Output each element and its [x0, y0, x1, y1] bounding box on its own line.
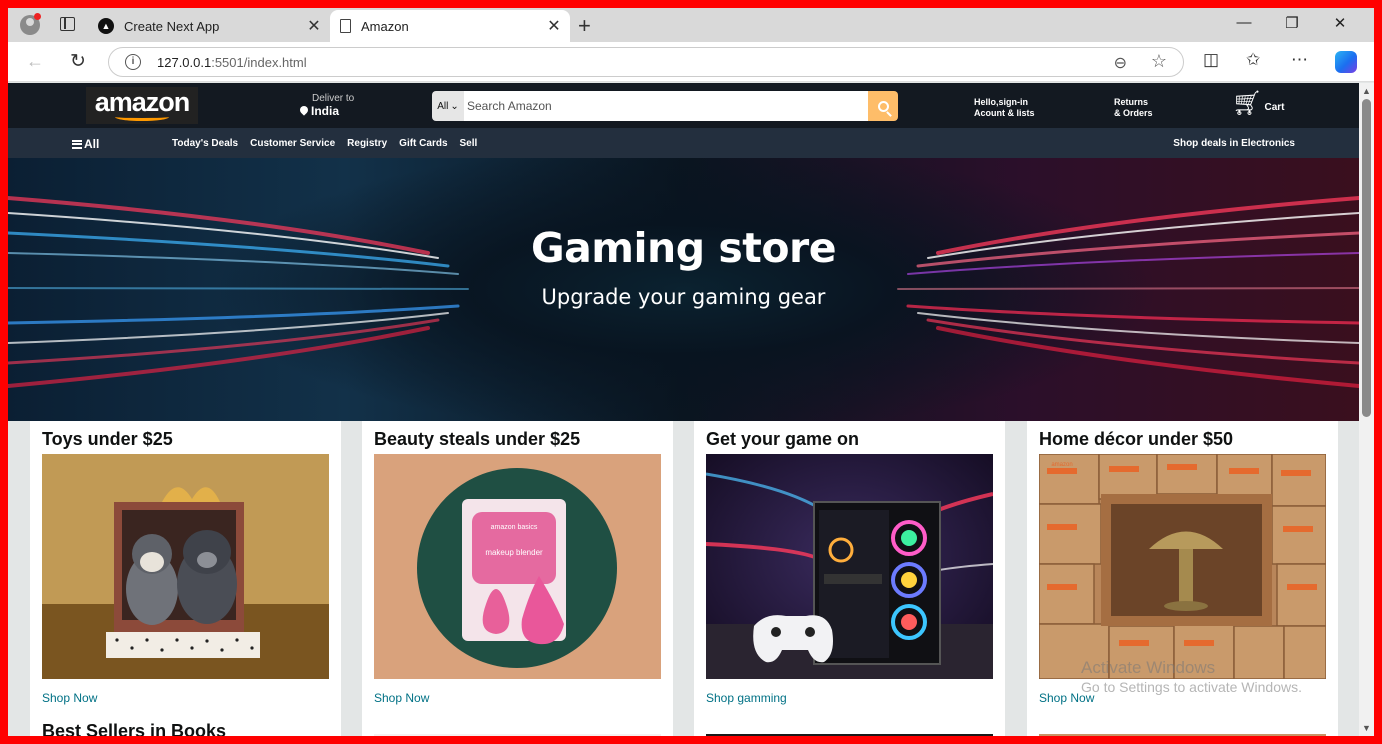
reload-icon[interactable]: ↻: [70, 50, 86, 73]
url-host: 127.0.0.1: [157, 55, 212, 70]
next-card-image-strip: [1039, 734, 1326, 736]
tab-strip: ▲ Create Next App ✕ Amazon ✕ + — ❐ ✕: [8, 8, 1374, 42]
amazon-logo[interactable]: amazon: [86, 87, 198, 124]
hamburger-icon: [72, 139, 82, 149]
logo-smile-icon: [115, 113, 169, 121]
returns-label: Returns: [1114, 97, 1149, 107]
account-lists-label: Acount & lists: [974, 108, 1035, 118]
hero-banner[interactable]: Gaming store Upgrade your gaming gear: [8, 158, 1359, 421]
tab-create-next-app[interactable]: ▲ Create Next App ✕: [90, 10, 330, 42]
split-screen-icon[interactable]: ◫: [1203, 50, 1219, 70]
amazon-header: amazon Deliver to India All ⌄ Search Ama…: [8, 83, 1359, 128]
watermark-title: Activate Windows: [1081, 658, 1216, 677]
next-card-image-strip: [706, 734, 993, 736]
tab-title: Create Next App: [124, 18, 220, 34]
account-greeting: Hello,sign-in: [974, 97, 1028, 107]
page-scrollbar[interactable]: ▲ ▼: [1359, 83, 1374, 736]
nav-link-sell[interactable]: Sell: [460, 138, 478, 149]
favorites-icon[interactable]: ✩: [1246, 50, 1260, 70]
card-title: Home décor under $50: [1039, 429, 1234, 449]
back-icon[interactable]: ←: [26, 51, 44, 72]
tab-amazon[interactable]: Amazon ✕: [330, 10, 570, 42]
copilot-icon[interactable]: [1335, 51, 1357, 73]
watermark-subtitle: Go to Settings to activate Windows.: [1081, 679, 1302, 695]
page-viewport: amazon Deliver to India All ⌄ Search Ama…: [8, 83, 1359, 736]
shop-now-link[interactable]: Shop Now: [374, 691, 429, 705]
close-window-icon[interactable]: ✕: [1316, 14, 1364, 32]
cart-icon: 🛒︎: [1232, 90, 1263, 117]
more-icon[interactable]: ⋯: [1291, 50, 1308, 70]
hero-title: Gaming store: [530, 224, 837, 272]
amazon-subnav: All Today's Deals Customer Service Regis…: [8, 128, 1359, 158]
scroll-up-icon[interactable]: ▲: [1362, 86, 1371, 96]
nextjs-favicon-icon: ▲: [98, 18, 114, 34]
scroll-down-icon[interactable]: ▼: [1362, 723, 1371, 733]
gaming-pc-image[interactable]: [706, 454, 993, 679]
all-menu-button[interactable]: All: [72, 137, 99, 151]
search-bar: All ⌄: [432, 91, 898, 121]
returns-orders[interactable]: Returns & Orders: [1114, 97, 1153, 119]
search-category-label: All: [437, 100, 449, 112]
activate-windows-watermark: Activate Windows Go to Settings to activ…: [1081, 658, 1302, 695]
minimize-icon[interactable]: —: [1220, 14, 1268, 32]
nav-link-registry[interactable]: Registry: [347, 138, 387, 149]
search-button[interactable]: [868, 91, 898, 121]
tab-title: Amazon: [361, 18, 409, 34]
url-text[interactable]: 127.0.0.1:5501/index.html: [157, 55, 307, 70]
account-lists[interactable]: Hello,sign-in Acount & lists: [974, 97, 1035, 119]
card-title: Toys under $25: [42, 429, 173, 449]
nav-link-todays-deals[interactable]: Today's Deals: [172, 138, 238, 149]
deliver-label: Deliver to: [312, 93, 355, 104]
page-icon: [340, 19, 351, 33]
card-title: Beauty steals under $25: [374, 429, 581, 449]
search-input[interactable]: [464, 91, 868, 121]
nav-link-customer-service[interactable]: Customer Service: [250, 138, 335, 149]
address-bar[interactable]: i 127.0.0.1:5501/index.html ⊖ ☆: [108, 47, 1184, 77]
restore-icon[interactable]: ❐: [1268, 14, 1316, 32]
all-label: All: [84, 137, 100, 151]
url-path: :5501/index.html: [211, 55, 307, 70]
close-tab-icon[interactable]: ✕: [304, 16, 324, 36]
beauty-image[interactable]: amazon basics makeup blender: [374, 454, 661, 679]
next-card-title: Best Sellers in Books: [42, 721, 227, 736]
tab-actions-icon[interactable]: [60, 17, 75, 31]
chevron-down-icon: ⌄: [450, 100, 459, 112]
deliver-to[interactable]: Deliver to India: [300, 93, 354, 118]
deliver-location: India: [311, 104, 340, 118]
product-brand-text: amazon basics: [491, 524, 538, 531]
close-tab-icon[interactable]: ✕: [544, 16, 564, 36]
nav-link-gift-cards[interactable]: Gift Cards: [399, 138, 447, 149]
cart-label: Cart: [1264, 102, 1285, 113]
hero-subtitle: Upgrade your gaming gear: [541, 285, 826, 309]
new-tab-icon[interactable]: +: [578, 13, 591, 39]
cart-button[interactable]: 🛒︎ Cart: [1232, 91, 1284, 117]
nav-link-electronics-deals[interactable]: Shop deals in Electronics: [1173, 138, 1295, 149]
site-info-icon[interactable]: i: [125, 54, 141, 70]
card-gaming: Get your game on Shop gamming: [694, 421, 1005, 736]
scroll-thumb[interactable]: [1362, 99, 1371, 417]
zoom-icon[interactable]: ⊖: [1114, 53, 1127, 73]
shop-now-link[interactable]: Shop Now: [42, 691, 97, 705]
box-brand-text: amazon: [1051, 462, 1072, 468]
home-decor-image[interactable]: amazon: [1039, 454, 1326, 679]
toys-image[interactable]: [42, 454, 329, 679]
product-name-text: makeup blender: [485, 548, 543, 557]
search-icon: [877, 100, 889, 112]
notification-dot: [34, 13, 41, 20]
card-title: Get your game on: [706, 429, 860, 449]
card-beauty: Beauty steals under $25 amazon basics ma…: [362, 421, 673, 736]
shop-gaming-link[interactable]: Shop gamming: [706, 691, 787, 705]
card-toys: Toys under $25 Shop Now Best Sellers in …: [30, 421, 341, 736]
next-card-image-strip: [374, 734, 661, 736]
browser-window: ▲ Create Next App ✕ Amazon ✕ + — ❐ ✕ ← ↻…: [8, 8, 1374, 736]
favorite-star-icon[interactable]: ☆: [1151, 51, 1167, 72]
orders-label: & Orders: [1114, 108, 1153, 118]
search-category-select[interactable]: All ⌄: [432, 91, 464, 121]
location-pin-icon: [300, 106, 308, 117]
browser-toolbar: ← ↻ i 127.0.0.1:5501/index.html ⊖ ☆ ◫ ✩ …: [8, 42, 1374, 82]
